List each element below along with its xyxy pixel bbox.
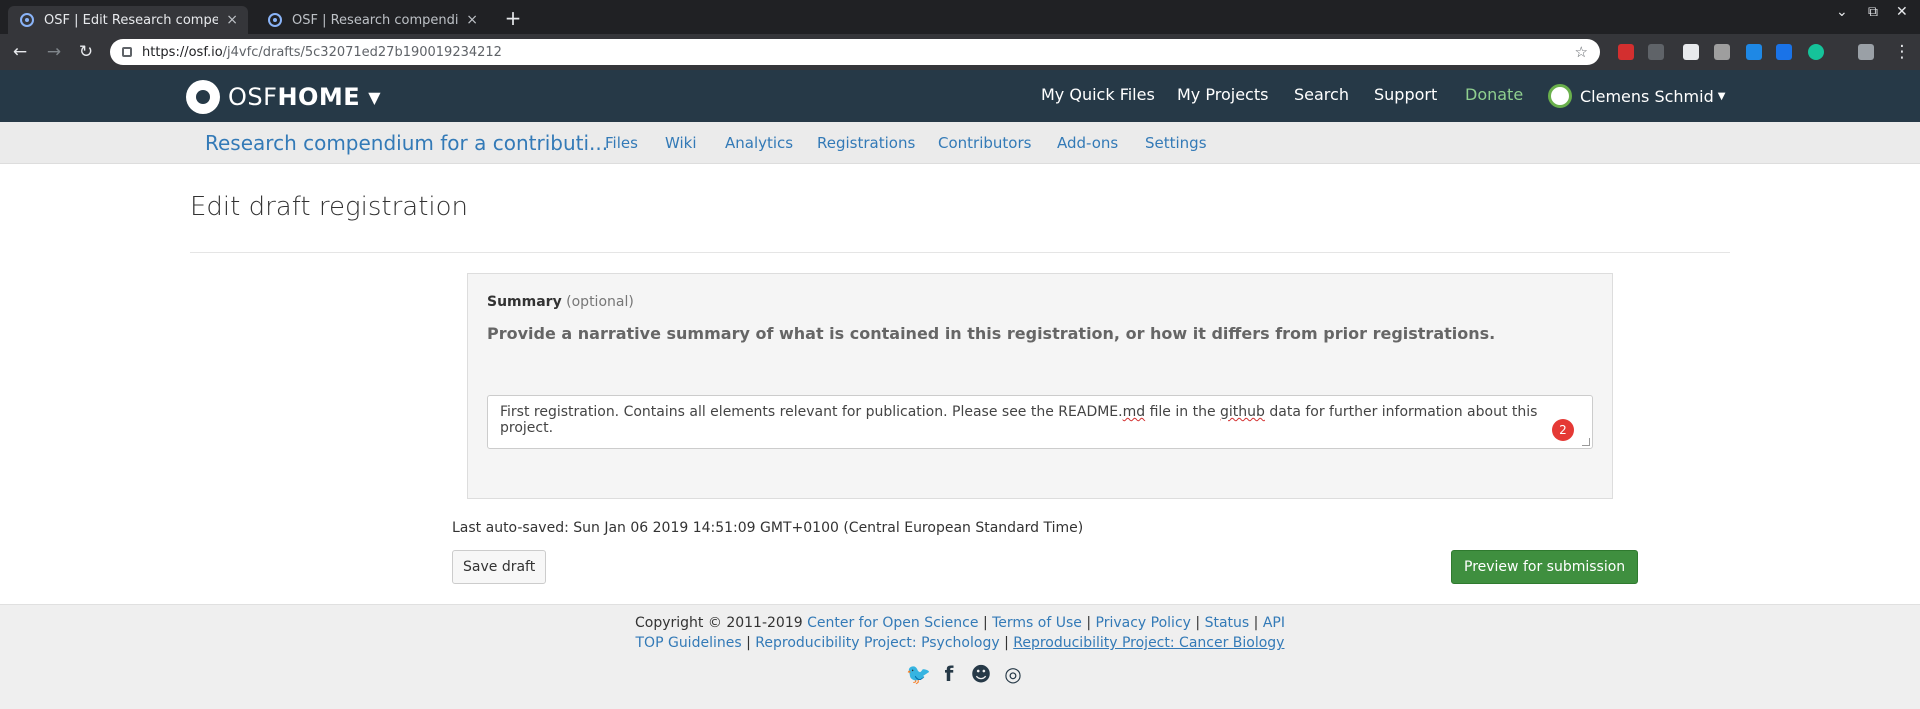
osf-brand[interactable]: OSFHOME ▼ [186,80,381,114]
brand-name: OSFHOME [228,83,360,111]
url-path: /j4vfc/drafts/5c32071ed27b190019234212 [222,44,502,60]
summary-label-text: Summary [487,294,562,310]
project-subnav: Research compendium for a contributi... … [0,122,1920,164]
menu-icon[interactable]: ⋮ [1890,40,1914,64]
divider [190,252,1730,253]
osf-navbar: OSFHOME ▼ My Quick Files My Projects Sea… [0,70,1920,122]
footer-terms-link[interactable]: Terms of Use [992,615,1082,631]
close-window-icon[interactable]: ✕ [1896,4,1908,20]
extension-window-icon[interactable] [1776,44,1792,60]
tab-title: OSF | Research compendium f [292,12,459,28]
footer-rp-psychology-link[interactable]: Reproducibility Project: Psychology [755,635,999,651]
footer-top-guidelines-link[interactable]: TOP Guidelines [636,635,742,651]
tab-title: OSF | Edit Research compendi [44,12,219,28]
github-icon[interactable]: ◎ [1002,663,1024,685]
grammar-badge[interactable]: 2 [1552,419,1574,441]
browser-tab-strip: OSF | Edit Research compendi × OSF | Res… [0,0,1920,34]
new-tab-button[interactable]: + [500,6,526,32]
caret-down-icon: ▼ [1717,90,1726,102]
brand-prefix: OSF [228,83,278,111]
subnav-contributors[interactable]: Contributors [938,134,1031,152]
preview-submission-button[interactable]: Preview for submission [1451,550,1639,584]
nav-donate[interactable]: Donate [1465,85,1523,104]
back-icon[interactable]: ← [8,40,32,64]
close-tab-icon[interactable]: × [466,12,478,28]
reload-icon[interactable]: ↻ [74,40,98,64]
separator: | [1195,615,1201,631]
separator: | [746,635,751,651]
avatar [1548,84,1572,108]
footer-status-link[interactable]: Status [1205,615,1250,631]
footer: Copyright © 2011-2019 Center for Open Sc… [0,604,1920,709]
twitter-icon[interactable]: 🐦 [906,663,931,685]
user-name: Clemens Schmid [1580,86,1714,106]
brand-suffix: HOME [277,83,361,111]
address-bar[interactable]: https://osf.io/j4vfc/drafts/5c32071ed27b… [110,39,1600,65]
facebook-icon[interactable]: f [938,663,960,685]
summary-panel: Summary (optional) Provide a narrative s… [467,273,1613,499]
extension-grammarly-icon[interactable] [1808,44,1824,60]
browser-toolbar: ← → ↻ https://osf.io/j4vfc/drafts/5c3207… [0,34,1920,70]
footer-cos-link[interactable]: Center for Open Science [807,615,978,631]
summary-description: Provide a narrative summary of what is c… [487,324,1496,343]
summary-text-md: md [1122,404,1146,420]
subnav-analytics[interactable]: Analytics [725,134,793,152]
resize-grip-icon[interactable] [1582,438,1590,446]
save-draft-button[interactable]: Save draft [452,550,547,584]
tab-search-icon[interactable]: ⌄ [1836,4,1848,20]
star-icon[interactable]: ☆ [1575,43,1588,61]
subnav-registrations[interactable]: Registrations [817,134,915,152]
extension-doc-icon[interactable] [1683,44,1699,60]
copyright: Copyright © 2011-2019 [635,615,803,631]
browser-tab-edit[interactable]: OSF | Edit Research compendi × [8,6,248,34]
summary-label: Summary (optional) [487,294,634,310]
close-tab-icon[interactable]: × [226,12,238,28]
summary-optional: (optional) [566,294,634,310]
caret-down-icon: ▼ [368,87,381,107]
group-icon[interactable]: ☻ [970,663,992,685]
nav-my-quick-files[interactable]: My Quick Files [1041,85,1155,104]
url-host: https://osf.io [142,44,223,60]
extension-lastpass-icon[interactable] [1618,44,1634,60]
project-title[interactable]: Research compendium for a contributi... [205,131,608,155]
footer-api-link[interactable]: API [1263,615,1285,631]
subnav-settings[interactable]: Settings [1145,134,1207,152]
extension-profile-icon[interactable] [1858,44,1874,60]
subnav-wiki[interactable]: Wiki [665,134,697,152]
osf-favicon-icon [268,13,282,27]
nav-my-projects[interactable]: My Projects [1177,85,1268,104]
osf-logo-icon [186,80,220,114]
separator: | [1004,635,1009,651]
footer-line-1: Copyright © 2011-2019 Center for Open Sc… [0,615,1920,631]
summary-text-github: github [1220,404,1265,420]
user-menu[interactable]: Clemens Schmid ▼ [1548,84,1725,108]
summary-text-1: First registration. Contains all element… [500,404,1123,420]
nav-search[interactable]: Search [1294,85,1349,104]
browser-tab-project[interactable]: OSF | Research compendium f × [256,6,488,34]
page-title: Edit draft registration [190,192,469,222]
social-links: 🐦 f ☻ ◎ [906,663,1024,685]
summary-textarea[interactable]: First registration. Contains all element… [487,395,1593,449]
footer-rp-cancer-link[interactable]: Reproducibility Project: Cancer Biology [1013,635,1284,651]
restore-window-icon[interactable]: ⧉ [1868,4,1878,20]
lock-icon [122,47,132,57]
footer-privacy-link[interactable]: Privacy Policy [1096,615,1191,631]
osf-favicon-icon [20,13,34,27]
subnav-add-ons[interactable]: Add-ons [1057,134,1118,152]
autosave-status: Last auto-saved: Sun Jan 06 2019 14:51:0… [452,520,1084,536]
separator: | [1086,615,1092,631]
separator: | [1253,615,1259,631]
summary-text-2: file in the [1145,404,1221,420]
forward-icon[interactable]: → [42,40,66,64]
nav-support[interactable]: Support [1374,85,1437,104]
subnav-files[interactable]: Files [605,134,638,152]
extension-shield-icon[interactable] [1746,44,1762,60]
extension-archive-icon[interactable] [1714,44,1730,60]
extension-badge-icon[interactable] [1648,44,1664,60]
footer-line-2: TOP Guidelines | Reproducibility Project… [0,635,1920,651]
separator: | [982,615,988,631]
